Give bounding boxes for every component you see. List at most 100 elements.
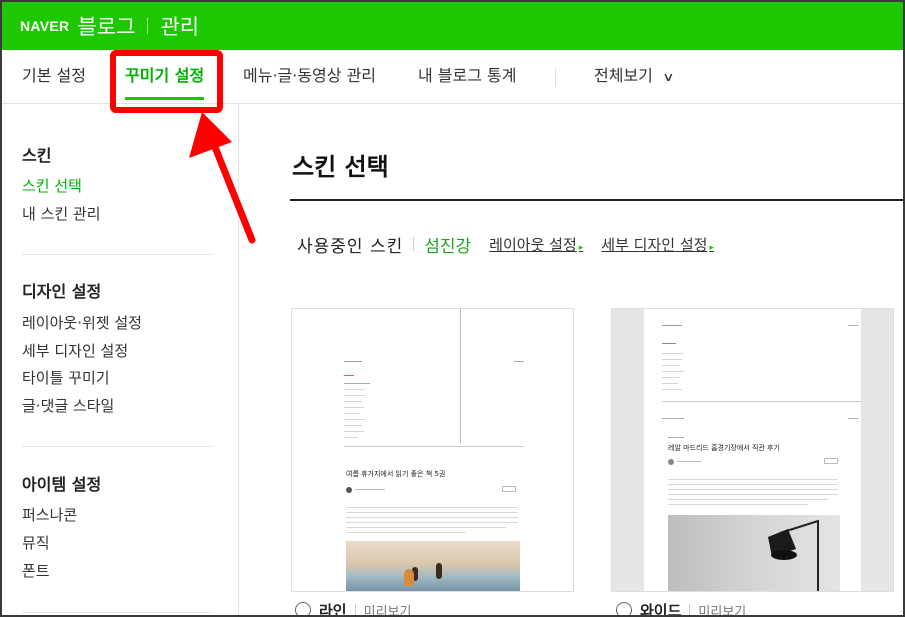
thumb-text [344,425,362,426]
skin-card-line[interactable]: 여름 휴가지에서 읽기 좋은 책 5권 [291,308,574,592]
thumb-lamp-photo [668,515,840,591]
chevron-down-icon: ∨ [662,70,675,84]
tab-blog-stats[interactable]: 내 블로그 통계 [418,50,517,104]
detail-design-link[interactable]: 세부 디자인 설정 ▸ [601,234,714,255]
sidebar-group-skin: 스킨 [22,146,52,165]
sidebar-item-my-skins[interactable]: 내 스킨 관리 [22,203,101,224]
sidebar-item-post-comment-style[interactable]: 글·댓글 스타일 [22,395,114,416]
thumb-text [662,389,682,390]
thumb-text [662,353,684,354]
thumb-column-rule [460,309,461,443]
manage-title: 관리 [160,15,200,39]
thumb-text [346,512,518,513]
skin-radio-line[interactable] [295,602,311,615]
thumb-text [668,489,838,490]
skin-name: 와이드 [640,601,682,617]
usage-divider [413,237,415,251]
thumb-avatar [668,459,674,465]
sidebar-group-design: 디자인 설정 [22,282,102,301]
tab-divider [555,68,556,86]
annotation-highlight-box [110,50,223,113]
thumb-text [662,359,682,360]
tab-label: 기본 설정 [22,66,86,85]
sidebar-item-title-decorate[interactable]: 타이틀 꾸미기 [22,367,110,388]
window-frame: NAVER 블로그 관리 기본 설정 꾸미기 설정 메뉴·글·동영상 관리 내 … [0,0,905,617]
naver-logo[interactable]: NAVER [20,18,69,34]
current-skin-name: 섬진강 [424,236,472,257]
page-title: 스킨 선택 [292,153,389,181]
thumb-text [514,361,524,362]
thumb-text [344,383,370,384]
thumb-text [662,383,678,384]
thumb-text [344,431,364,432]
tab-label: 메뉴·글·동영상 관리 [243,66,377,85]
sidebar-group-items: 아이템 설정 [22,475,102,494]
sidebar-divider [22,446,213,447]
thumb-text [668,484,838,485]
sidebar-item-detail-design[interactable]: 세부 디자인 설정 [22,340,128,361]
thumb-text [668,437,684,438]
tab-label: 전체보기 [594,66,653,85]
thumb-text [668,479,838,480]
sidebar-item-font[interactable]: 폰트 [22,560,50,581]
thumb-post-title: 레알 마드리드 홈경기장에서 직관 후기 [668,444,780,452]
thumb-divider [344,446,524,447]
thumb-text [662,371,684,372]
sidebar: 스킨 스킨 선택 내 스킨 관리 디자인 설정 레이아웃·위젯 설정 세부 디자… [2,104,239,615]
card-divider [354,604,356,615]
thumb-beach-photo [346,541,520,591]
thumb-text [677,461,701,462]
thumb-text [344,375,354,376]
sidebar-item-personacon[interactable]: 퍼스나콘 [22,504,77,525]
tab-basic-settings[interactable]: 기본 설정 [22,50,86,104]
title-divider [290,199,903,201]
thumb-text [344,437,358,438]
preview-link[interactable]: 미리보기 [698,601,746,616]
thumb-text [668,499,828,500]
sidebar-item-skin-select[interactable]: 스킨 선택 [22,175,82,196]
sidebar-item-music[interactable]: 뮤직 [22,532,50,553]
thumb-text [346,507,518,508]
skin-name: 라인 [319,601,347,617]
thumb-text [662,325,682,326]
current-skin-label: 사용중인 스킨 [297,236,404,257]
sidebar-divider [22,612,213,613]
thumb-text [662,418,684,419]
thumb-text [848,418,858,419]
lamp-icon [768,519,819,591]
thumb-avatar [346,487,352,493]
thumb-text [668,494,838,495]
skin-radio-wide[interactable] [616,602,632,615]
thumb-text [848,325,858,326]
thumb-text [344,395,366,396]
sidebar-divider [22,254,213,255]
thumb-text [344,389,364,390]
caret-right-icon: ▸ [578,242,584,253]
thumb-text [344,361,362,362]
thumb-post-title: 여름 휴가지에서 읽기 좋은 책 5권 [346,470,446,478]
thumb-side-margin [861,309,893,591]
thumb-photo-surfboard [404,569,414,587]
thumb-text [668,504,808,505]
skin-option-line: 라인 미리보기 [295,599,412,617]
thumb-button [502,486,516,492]
layout-settings-link[interactable]: 레이아웃 설정 ▸ [489,234,583,255]
thumb-text [662,377,680,378]
tab-label: 내 블로그 통계 [418,66,517,85]
thumb-divider [662,401,862,402]
thumb-text [346,532,466,533]
sidebar-item-layout-widget[interactable]: 레이아웃·위젯 설정 [22,312,142,333]
card-divider [689,604,691,615]
thumb-text [344,401,362,402]
blog-title[interactable]: 블로그 [77,11,135,41]
header-divider [147,18,149,34]
thumb-text [355,489,385,490]
preview-link[interactable]: 미리보기 [364,601,412,616]
tab-view-all[interactable]: 전체보기 ∨ [594,50,675,104]
tab-menu-post-video[interactable]: 메뉴·글·동영상 관리 [243,50,376,104]
skin-card-wide[interactable]: 레알 마드리드 홈경기장에서 직관 후기 [611,308,894,592]
thumb-text [344,419,366,420]
thumb-text [346,517,518,518]
thumb-text [344,407,364,408]
thumb-button [824,458,838,464]
